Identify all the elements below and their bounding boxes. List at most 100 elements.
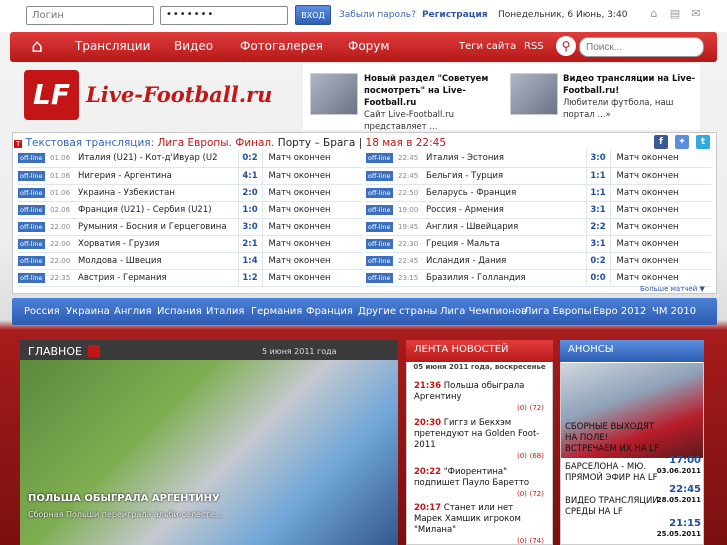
sitemap-icon[interactable]: ▤ [669, 8, 681, 20]
match-score[interactable]: 2:2 [585, 218, 611, 236]
comments-count[interactable]: (0) [517, 404, 527, 412]
country-link[interactable]: Испания [157, 306, 202, 317]
announcement-item[interactable]: ВИДЕО ТРАНСЛЯЦИИ СРЕДЫ НА LF 21:15 25.05.2… [565, 496, 701, 540]
news-item[interactable]: 21:36 Польша обыграла Аргентину (0) (72) [414, 381, 544, 414]
country-link[interactable]: Евро 2012 [593, 306, 646, 317]
search-icon[interactable]: ⚲ [556, 36, 576, 56]
nav-video[interactable]: Видео [174, 39, 213, 53]
match-row[interactable]: off-line 01.06 Италия (U21) - Кот-д'Ивуар … [18, 150, 363, 168]
search-input[interactable] [579, 37, 704, 57]
match-score[interactable]: 3:0 [237, 218, 263, 236]
match-row[interactable]: off-line 22:00 Хорватия - Грузия 2:1 Матч ок… [18, 235, 363, 253]
country-link[interactable]: Франция [306, 306, 353, 317]
country-link[interactable]: Англия [114, 306, 152, 317]
live-teams[interactable]: Порту – Брага [278, 137, 356, 149]
match-score[interactable]: 1:1 [585, 184, 611, 202]
match-score[interactable]: 1:0 [237, 201, 263, 219]
promo-image[interactable] [510, 73, 558, 115]
password-input[interactable]: ••••••• [160, 6, 288, 25]
login-button[interactable]: ВХОД [295, 5, 331, 25]
comments-count[interactable]: (0) [517, 537, 527, 545]
register-link[interactable]: Регистрация [422, 10, 488, 20]
promo-item[interactable]: Новый раздел "Советуем посмотреть" на Li… [364, 73, 494, 133]
match-row[interactable]: off-line 02.06 Франция (U21) - Сербия (U21… [18, 201, 363, 219]
country-link[interactable]: Лига Европы [524, 306, 592, 317]
match-score[interactable]: 3:1 [585, 201, 611, 219]
match-score[interactable]: 3:1 [585, 235, 611, 253]
main-story-title[interactable]: ПОЛЬША ОБЫГРАЛА АРГЕНТИНУ [28, 493, 220, 504]
comments-count[interactable]: (0) [517, 452, 527, 460]
home-icon[interactable]: ⌂ [648, 8, 660, 20]
match-score[interactable]: 2:0 [237, 184, 263, 202]
announcement-title[interactable]: БАРСЕЛОНА - МЮ. ПРЯМОЙ ЭФИР НА LF [565, 462, 660, 484]
match-teams[interactable]: Италия - Эстония [423, 150, 586, 168]
match-teams[interactable]: Молдова - Швеция [75, 252, 238, 270]
match-score[interactable]: 4:1 [237, 167, 263, 185]
logo-text[interactable]: Live-Football.ru [86, 82, 272, 107]
mail-icon[interactable]: ✉ [690, 8, 702, 20]
match-score[interactable]: 0:0 [585, 269, 611, 287]
match-score[interactable]: 1:2 [237, 269, 263, 287]
match-row[interactable]: off-line 22:45 Исландия - Дания 0:2 Матч око… [366, 252, 711, 270]
live-event[interactable]: Лига Европы. Финал. [157, 137, 274, 149]
country-link[interactable]: Лига Чемпионов [440, 306, 527, 317]
match-score[interactable]: 2:1 [237, 235, 263, 253]
country-link[interactable]: Россия [24, 306, 60, 317]
country-link[interactable]: ЧМ 2010 [652, 306, 696, 317]
news-item[interactable]: 20:22 "Фиорентина" подпишет Пауло Баретт… [414, 467, 544, 500]
match-score[interactable]: 1:4 [237, 252, 263, 270]
match-row[interactable]: off-line 22:30 Греция - Мальта 3:1 Матч окон… [366, 235, 711, 253]
nav-broadcasts[interactable]: Трансляции [75, 39, 150, 53]
share-icon[interactable]: ✦ [675, 135, 689, 149]
match-teams[interactable]: Нигерия - Аргентина [75, 167, 238, 185]
match-score[interactable]: 0:2 [237, 150, 263, 168]
match-teams[interactable]: Австрия - Германия [75, 269, 238, 287]
match-score[interactable]: 0:2 [585, 252, 611, 270]
match-teams[interactable]: Исландия - Дания [423, 252, 586, 270]
match-row[interactable]: off-line 01.06 Украина - Узбекистан 2:0 Матч… [18, 184, 363, 202]
match-teams[interactable]: Бразилия - Голландия [423, 269, 586, 287]
promo-title[interactable]: Новый раздел "Советуем посмотреть" на Li… [364, 73, 494, 109]
match-teams[interactable]: Украина - Узбекистан [75, 184, 238, 202]
match-row[interactable]: off-line 22:00 Румыния - Босния и Герцегов… [18, 218, 363, 236]
more-matches-link[interactable]: Больше матчей ▼ [640, 285, 705, 293]
login-input[interactable] [26, 6, 154, 25]
match-teams[interactable]: Франция (U21) - Сербия (U21) [75, 201, 238, 219]
match-row[interactable]: off-line 22:45 Бельгия - Турция 1:1 Матч око… [366, 167, 711, 185]
promo-item[interactable]: Видео трансляции на Live-Football.ru! Лю… [563, 73, 696, 121]
forgot-password-link[interactable]: Забыли пароль? [339, 10, 416, 20]
announcement-title[interactable]: СБОРНЫЕ ВЫХОДЯТ НА ПОЛЕ! ВСТРЕЧАЕМ ИХ НА… [565, 422, 660, 455]
match-row[interactable]: off-line 22:45 Италия - Эстония 3:0 Матч око… [366, 150, 711, 168]
match-teams[interactable]: Бельгия - Турция [423, 167, 586, 185]
country-link[interactable]: Другие страны [358, 306, 437, 317]
match-teams[interactable]: Англия - Швейцария [423, 218, 586, 236]
match-teams[interactable]: Греция - Мальта [423, 235, 586, 253]
match-teams[interactable]: Хорватия - Грузия [75, 235, 238, 253]
match-teams[interactable]: Румыния - Босния и Герцеговина [75, 218, 238, 236]
match-teams[interactable]: Россия - Армения [423, 201, 586, 219]
match-score[interactable]: 1:1 [585, 167, 611, 185]
match-teams[interactable]: Беларусь - Франция [423, 184, 586, 202]
promo-title[interactable]: Видео трансляции на Live-Football.ru! [563, 73, 696, 97]
country-link[interactable]: Италия [206, 306, 244, 317]
news-item[interactable]: 20:17 Станет или нет Марек Хамшик игроко… [414, 503, 544, 545]
country-link[interactable]: Украина [66, 306, 110, 317]
match-teams[interactable]: Италия (U21) - Кот-д'Ивуар (U2 [75, 150, 238, 168]
country-link[interactable]: Германия [251, 306, 302, 317]
match-row[interactable]: off-line 23:15 Бразилия - Голландия 0:0 Матч… [366, 269, 711, 287]
logo-mark[interactable]: LF [24, 70, 79, 120]
nav-tags[interactable]: Теги сайта [459, 41, 516, 52]
match-score[interactable]: 3:0 [585, 150, 611, 168]
promo-image[interactable] [310, 73, 358, 115]
nav-forum[interactable]: Форум [348, 39, 389, 53]
news-item[interactable]: 20:30 Гиггз и Бекхэм претендуют на Golde… [414, 418, 544, 462]
nav-photogallery[interactable]: Фотогалерея [240, 39, 323, 53]
twitter-icon[interactable]: t [696, 135, 710, 149]
match-row[interactable]: off-line 19:45 Англия - Швейцария 2:2 Матч о… [366, 218, 711, 236]
match-row[interactable]: off-line 22:00 Молдова - Швеция 1:4 Матч око… [18, 252, 363, 270]
match-row[interactable]: off-line 19:00 Россия - Армения 3:1 Матч око… [366, 201, 711, 219]
match-row[interactable]: off-line 22:35 Австрия - Германия 1:2 Матч о… [18, 269, 363, 287]
facebook-icon[interactable]: f [654, 135, 668, 149]
match-row[interactable]: off-line 01.06 Нигерия - Аргентина 4:1 Матч … [18, 167, 363, 185]
home-icon[interactable]: ⌂ [18, 33, 56, 61]
